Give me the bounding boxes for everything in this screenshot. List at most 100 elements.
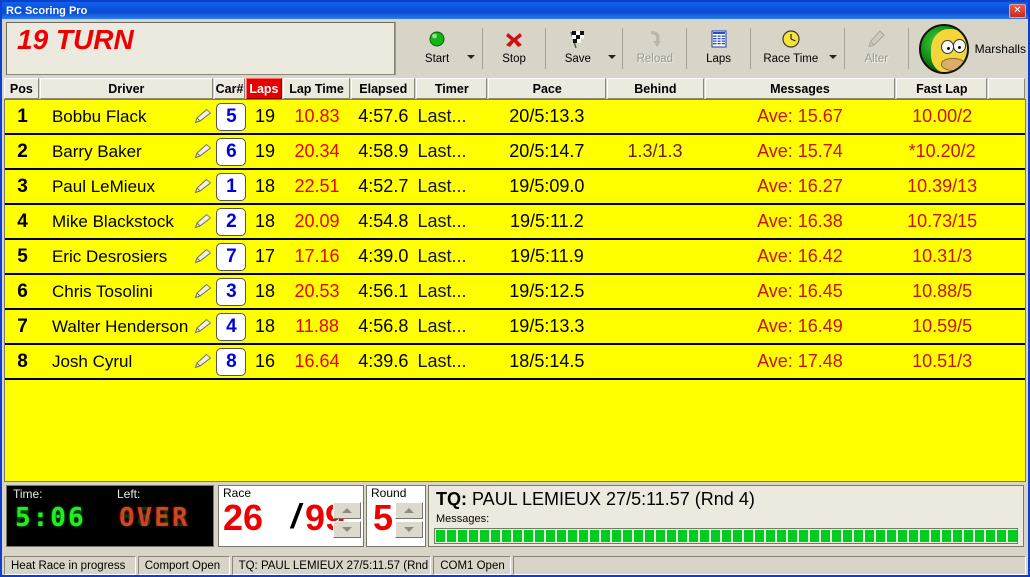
table-row[interactable]: 7Walter Henderson41811.884:56.8Last...19… [5,310,1025,345]
class-title-panel: 19 TURN [6,22,395,75]
column-header-car[interactable]: Car# [214,78,245,99]
cell-car: 2 [216,204,247,239]
cell-pos: 1 [5,99,40,134]
cell-laps: 19 [247,134,283,169]
cell-fastlap: 10.88/5 [896,274,988,309]
alter-button[interactable]: Alter [849,20,904,77]
avatar-eye-right [953,39,966,53]
cell-pace: 19/5:09.0 [487,169,606,204]
round-spinner-down[interactable] [395,521,423,538]
reload-button[interactable]: Reload [627,20,682,77]
edit-pencil-icon[interactable] [194,283,212,299]
edit-pencil-icon[interactable] [194,213,212,229]
table-row[interactable]: 4Mike Blackstock21820.094:54.8Last...19/… [5,205,1025,240]
table-row[interactable]: 1Bobbu Flack51910.834:57.6Last...20/5:13… [5,100,1025,135]
edit-pencil-icon[interactable] [194,353,212,369]
cell-driver: Bobbu Flack [40,99,216,134]
progress-segment [931,530,940,542]
car-number-badge[interactable]: 1 [216,173,246,201]
progress-segment [986,530,995,542]
progress-segment [953,530,962,542]
stop-button[interactable]: Stop [487,20,542,77]
progress-segment [876,530,885,542]
edit-pencil-icon[interactable] [194,318,212,334]
round-value[interactable]: 5 [373,500,393,536]
table-row[interactable]: 8Josh Cyrul81616.644:39.6Last...18/5:14.… [5,345,1025,380]
start-dropdown[interactable] [464,20,477,77]
table-row[interactable]: 6Chris Tosolini31820.534:56.1Last...19/5… [5,275,1025,310]
column-header-laptime[interactable]: Lap Time [283,78,351,99]
progress-segment [458,530,467,542]
laps-button[interactable]: Laps [691,20,746,77]
close-icon[interactable]: ✕ [1009,4,1026,18]
start-button[interactable]: Start [410,20,465,77]
edit-pencil-icon[interactable] [194,108,212,124]
pencil-icon [866,26,886,52]
results-grid[interactable]: 1Bobbu Flack51910.834:57.6Last...20/5:13… [4,99,1026,482]
column-header-pos[interactable]: Pos [4,78,39,99]
car-number-badge[interactable]: 7 [216,243,246,271]
edit-pencil-icon[interactable] [194,143,212,159]
toolbar-separator [622,28,623,69]
tq-prefix: TQ: [436,489,467,509]
car-number-badge[interactable]: 8 [216,348,246,376]
race-time-button[interactable]: Race Time [755,20,827,77]
alter-label: Alter [864,53,888,65]
cell-behind [606,204,704,239]
edit-pencil-icon[interactable] [194,178,212,194]
car-number-badge[interactable]: 3 [216,278,246,306]
column-header-label: Timer [435,82,469,96]
avatar[interactable] [919,24,969,74]
save-button[interactable]: Save [550,20,605,77]
status-cell-1: Comport Open [138,556,230,575]
column-header-elapsed[interactable]: Elapsed [351,78,415,99]
race-spinner-down[interactable] [333,521,361,538]
column-header-laps[interactable]: Laps [246,78,282,99]
progress-segment [535,530,544,542]
cell-text-pos: 1 [17,106,28,128]
progress-segment [766,530,775,542]
cell-pace: 20/5:13.3 [487,99,606,134]
car-number-badge[interactable]: 2 [216,208,246,236]
race-time-dropdown[interactable] [827,20,840,77]
progress-segment [788,530,797,542]
progress-segment [590,530,599,542]
time-value: 8:88 5:06 [15,503,86,533]
cell-laptime: 20.53 [283,274,351,309]
column-header-timer[interactable]: Timer [416,78,487,99]
column-header-tail[interactable] [988,78,1025,99]
cell-fastlap: 10.59/5 [896,309,988,344]
column-header-driver[interactable]: Driver [40,78,213,99]
table-row[interactable]: 2Barry Baker61920.344:58.9Last...20/5:14… [5,135,1025,170]
laps-label: Laps [706,53,731,65]
cell-timer: Last... [416,134,488,169]
cell-text-fastlap: 10.59/5 [912,316,972,337]
edit-pencil-icon[interactable] [194,248,212,264]
column-header-fastlap[interactable]: Fast Lap [896,78,987,99]
cell-text-laptime: 20.34 [295,141,340,162]
car-number-badge[interactable]: 6 [216,138,246,166]
column-header-pace[interactable]: Pace [488,78,606,99]
cell-text-pace: 19/5:09.0 [509,176,584,197]
round-spinner-up[interactable] [395,502,423,519]
column-header-messages[interactable]: Messages [705,78,895,99]
marshalls-label: Marshalls [975,42,1026,56]
cell-car: 1 [216,169,247,204]
car-number-badge[interactable]: 5 [216,103,246,131]
progress-segment [887,530,896,542]
column-header-behind[interactable]: Behind [607,78,704,99]
cell-fastlap: 10.00/2 [896,99,988,134]
cell-text-laps: 16 [255,351,275,372]
table-row[interactable]: 3Paul LeMieux11822.514:52.7Last...19/5:0… [5,170,1025,205]
cell-text-fastlap: *10.20/2 [909,141,976,162]
cell-text-fastlap: 10.00/2 [912,106,972,127]
car-number-badge[interactable]: 4 [216,313,246,341]
race-value[interactable]: 26 [223,500,263,536]
cell-car: 8 [216,344,247,379]
cell-car: 4 [216,309,247,344]
reload-icon [646,26,664,52]
race-spinner-up[interactable] [333,502,361,519]
table-row[interactable]: 5Eric Desrosiers71717.164:39.0Last...19/… [5,240,1025,275]
marshalls-button[interactable]: Marshalls [913,20,1026,77]
save-dropdown[interactable] [605,20,618,77]
